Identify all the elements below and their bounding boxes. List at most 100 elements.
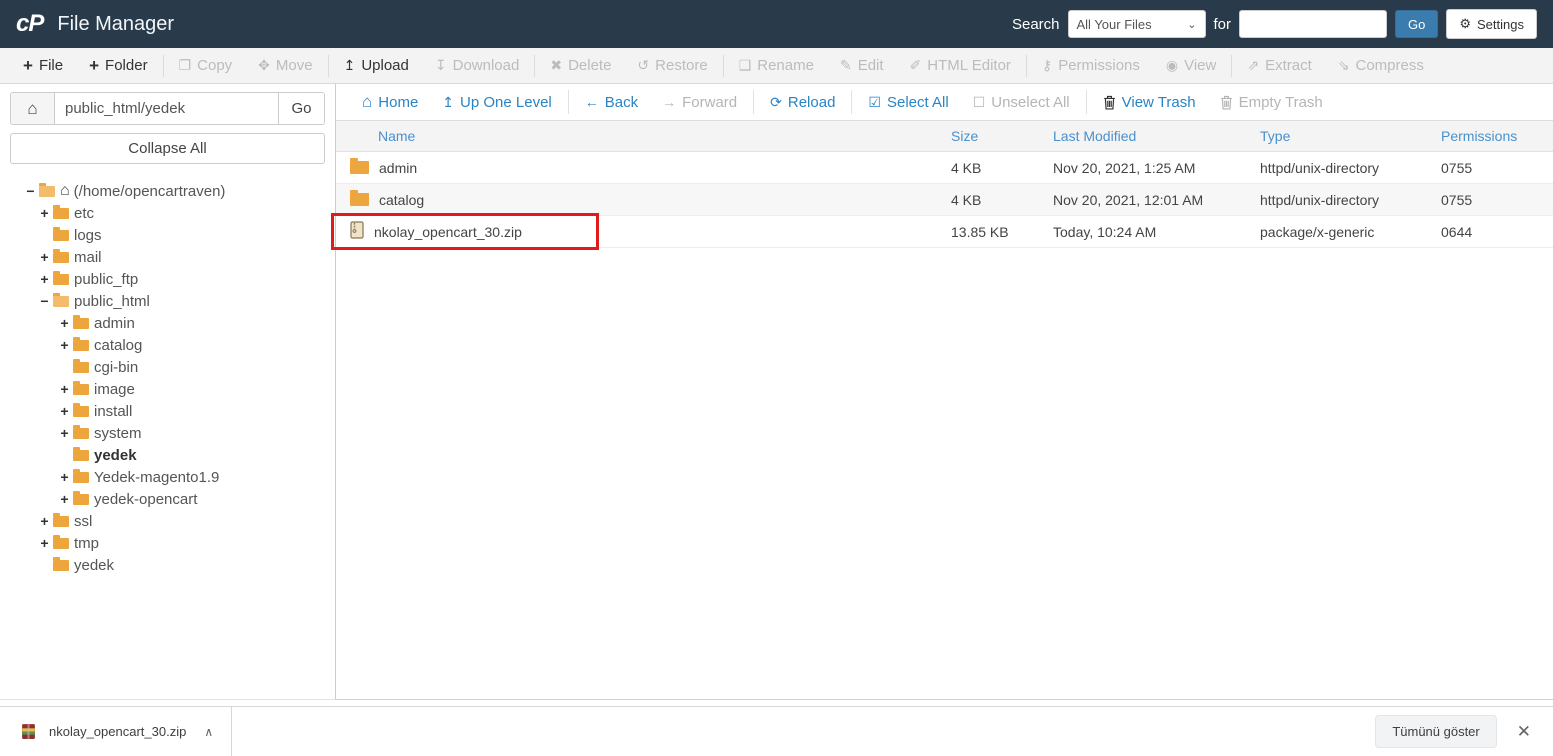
- tree-item-cgi-bin[interactable]: cgi-bin: [10, 356, 325, 378]
- expand-icon[interactable]: +: [58, 315, 71, 331]
- settings-button[interactable]: ⚙Settings: [1446, 9, 1537, 39]
- nav-button-label: Home: [378, 94, 418, 111]
- toolbar-button-label: Upload: [361, 57, 409, 74]
- file-name-label: catalog: [379, 192, 424, 208]
- upload-icon: ↥: [344, 57, 356, 74]
- tree-item-yedek-opencart[interactable]: +yedek-opencart: [10, 488, 325, 510]
- file-name-cell[interactable]: catalog: [336, 192, 951, 208]
- tree-item-label: tmp: [74, 535, 99, 552]
- search-scope-value: All Your Files: [1077, 17, 1152, 32]
- folder-icon: [73, 450, 89, 461]
- folder-icon: [53, 560, 69, 571]
- nav-button-label: Back: [605, 94, 638, 111]
- tree-item-public-ftp[interactable]: +public_ftp: [10, 268, 325, 290]
- table-header-row: NameSizeLast ModifiedTypePermissions: [336, 121, 1553, 152]
- file-name-cell[interactable]: admin: [336, 160, 951, 176]
- tree-item-install[interactable]: +install: [10, 400, 325, 422]
- tree-item-mail[interactable]: + mail: [10, 246, 325, 268]
- download-icon: ↧: [435, 57, 447, 74]
- nav-button-back[interactable]: ←Back: [573, 94, 650, 111]
- search-scope-select[interactable]: All Your Files ⌄: [1068, 10, 1206, 38]
- collapse-all-button[interactable]: Collapse All: [10, 133, 325, 164]
- tree-item-tmp[interactable]: + tmp: [10, 532, 325, 554]
- tree-item-ssl[interactable]: +ssl: [10, 510, 325, 532]
- toolbar-button-label: Rename: [757, 57, 814, 74]
- home-icon: ⌂: [60, 182, 70, 200]
- restore-icon: ↺: [637, 57, 649, 74]
- tree-item-image[interactable]: +image: [10, 378, 325, 400]
- path-go-button[interactable]: Go: [278, 93, 324, 124]
- nav-button-home[interactable]: ⌂Home: [350, 92, 430, 112]
- toolbar-button-upload[interactable]: ↥ Upload: [331, 48, 422, 83]
- rename-icon: ❑: [739, 57, 752, 74]
- tree-item-label: system: [94, 425, 142, 442]
- tree-item-system[interactable]: + system: [10, 422, 325, 444]
- expand-icon[interactable]: +: [38, 249, 51, 265]
- nav-button-forward: →Forward: [650, 94, 749, 111]
- column-header-name[interactable]: Name: [336, 128, 951, 144]
- download-bar-divider: [231, 707, 232, 756]
- toolbar-button-label: Folder: [105, 57, 148, 74]
- expand-icon[interactable]: +: [58, 381, 71, 397]
- folder-icon: [73, 494, 89, 505]
- nav-button-reload[interactable]: ⟳Reload: [758, 94, 847, 111]
- search-go-button[interactable]: Go: [1395, 10, 1438, 38]
- tree-item-yedek[interactable]: yedek: [10, 554, 325, 576]
- folder-icon: [53, 274, 69, 285]
- tree-item-yedek-magento1-9[interactable]: +Yedek-magento1.9: [10, 466, 325, 488]
- file-row-admin[interactable]: admin4 KBNov 20, 2021, 1:25 AMhttpd/unix…: [336, 152, 1553, 184]
- nav-button-up-one-level[interactable]: ↥Up One Level: [430, 94, 563, 111]
- column-header-last-modified[interactable]: Last Modified: [1053, 128, 1260, 144]
- tree-item-label: admin: [94, 315, 135, 332]
- toolbar-button-folder[interactable]: +Folder: [76, 48, 160, 83]
- collapse-icon[interactable]: −: [24, 183, 37, 199]
- tree-item-admin[interactable]: + admin: [10, 312, 325, 334]
- expand-icon[interactable]: +: [58, 491, 71, 507]
- folder-icon: [53, 208, 69, 219]
- move-icon: ✥: [258, 57, 270, 74]
- path-input[interactable]: [55, 93, 278, 124]
- show-all-downloads-button[interactable]: Tümünü göster: [1375, 715, 1496, 748]
- open-folder-icon: [39, 186, 55, 197]
- close-icon[interactable]: ✕: [1517, 722, 1531, 742]
- file-row-catalog[interactable]: catalog4 KBNov 20, 2021, 12:01 AMhttpd/u…: [336, 184, 1553, 216]
- toolbar-separator: [1086, 90, 1087, 114]
- home-icon[interactable]: ⌂: [11, 93, 55, 124]
- toolbar-button-file[interactable]: +File: [10, 48, 76, 83]
- nav-button-select-all[interactable]: ☑Select All: [856, 94, 960, 111]
- nav-button-view-trash[interactable]: View Trash: [1091, 94, 1208, 111]
- expand-icon[interactable]: +: [58, 403, 71, 419]
- tree-item-yedek[interactable]: yedek: [10, 444, 325, 466]
- column-header-size[interactable]: Size: [951, 128, 1053, 144]
- tree-item-label: mail: [74, 249, 102, 266]
- file-row-nkolay-opencart-30-zip[interactable]: nkolay_opencart_30.zip13.85 KBToday, 10:…: [336, 216, 1553, 248]
- toolbar-separator: [723, 55, 724, 77]
- collapse-icon[interactable]: −: [38, 293, 51, 309]
- reload-icon: ⟳: [770, 94, 782, 111]
- expand-icon[interactable]: +: [38, 205, 51, 221]
- tree-item-etc[interactable]: +etc: [10, 202, 325, 224]
- downloaded-file-name: nkolay_opencart_30.zip: [49, 724, 186, 739]
- downloaded-file-chip[interactable]: nkolay_opencart_30.zip ∧: [0, 707, 231, 756]
- column-header-permissions[interactable]: Permissions: [1441, 128, 1553, 144]
- expand-icon[interactable]: +: [58, 337, 71, 353]
- column-header-type[interactable]: Type: [1260, 128, 1441, 144]
- chevron-up-icon[interactable]: ∧: [204, 725, 213, 739]
- tree-item-logs[interactable]: logs: [10, 224, 325, 246]
- search-input[interactable]: [1239, 10, 1387, 38]
- tree-item-label: (/home/opencartraven): [74, 183, 226, 200]
- toolbar-separator: [851, 90, 852, 114]
- expand-icon[interactable]: +: [38, 271, 51, 287]
- expand-icon[interactable]: +: [38, 513, 51, 529]
- file-name-cell[interactable]: nkolay_opencart_30.zip: [336, 221, 951, 242]
- tree-item-home-opencartraven[interactable]: − ⌂(/home/opencartraven): [10, 180, 325, 202]
- tree-item-public-html[interactable]: −public_html: [10, 290, 325, 312]
- tree-item-catalog[interactable]: +catalog: [10, 334, 325, 356]
- expand-icon[interactable]: +: [38, 535, 51, 551]
- expand-icon[interactable]: +: [58, 425, 71, 441]
- toolbar-separator: [1231, 55, 1232, 77]
- folder-icon: [350, 161, 369, 174]
- toolbar-button-label: Permissions: [1058, 57, 1140, 74]
- expand-icon[interactable]: +: [58, 469, 71, 485]
- toolbar-button-view: ◉View: [1153, 48, 1229, 83]
